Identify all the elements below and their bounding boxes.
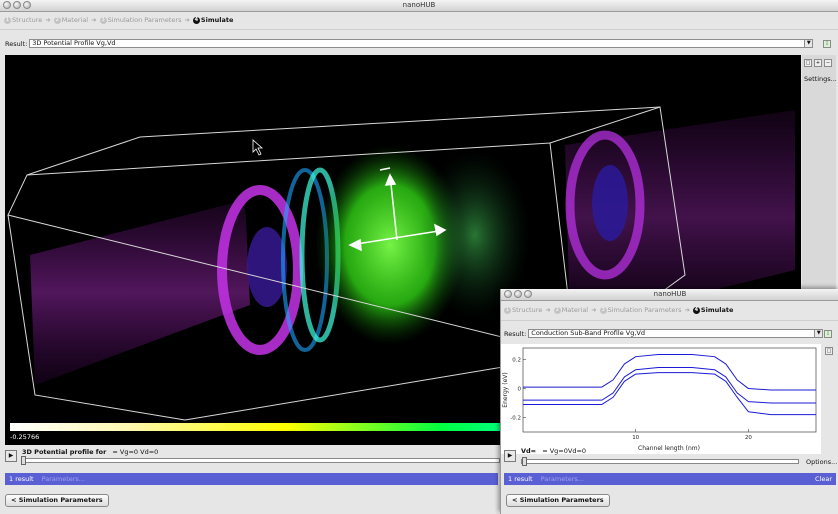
options-button[interactable]: Options... (806, 458, 837, 466)
chevron-down-icon: ▼ (814, 330, 823, 337)
zoom-window-icon[interactable] (23, 1, 31, 9)
close-window-icon[interactable] (3, 1, 11, 9)
vd-caption: Vd= = Vg=0Vd=0 (521, 447, 587, 455)
y-axis-label: Energy (eV) (502, 372, 509, 407)
x-tick-label: 10 (632, 435, 639, 441)
popup-results-statusbar: 1 result Parameters... Clear (504, 473, 836, 485)
step-arrow-icon: ➜ (91, 16, 97, 24)
play-button[interactable]: ▶ (5, 450, 17, 462)
divider (501, 320, 838, 321)
step-material[interactable]: 2 Material (53, 16, 88, 24)
x-axis-label: Channel length (nm) (638, 445, 700, 452)
x-tick-label: 20 (745, 435, 752, 441)
plot-window: nanoHUB 1 Structure ➜ 2 Material ➜ 3 Simulati… (500, 289, 838, 514)
step-simulate[interactable]: 4 Simulate (192, 16, 233, 24)
result-select[interactable]: 3D Potential Profile Vg,Vd ▼ (29, 39, 814, 48)
download-icon[interactable]: ⇩ (823, 40, 831, 48)
colorbar-min-label: -0.25766 (10, 433, 40, 441)
step-simulate[interactable]: 4 Simulate (692, 306, 733, 314)
result-label: Result: (504, 329, 527, 338)
chart-background (501, 344, 821, 454)
popup-wizard-steps: 1 Structure ➜ 2 Material ➜ 3 Simulation Param… (504, 304, 736, 316)
step-arrow-icon: ➜ (545, 306, 551, 314)
divider (0, 29, 838, 30)
y-tick-label: 0.2 (512, 358, 521, 364)
profile-caption: 3D Potential profile for = Vg=0 Vd=0 (22, 448, 159, 456)
step-arrow-icon: ➜ (184, 16, 190, 24)
popup-titlebar: nanoHUB (501, 289, 838, 301)
minimize-window-icon[interactable] (514, 290, 522, 298)
y-tick-label: -0.2 (510, 416, 521, 422)
wizard-steps: 1 Structure ➜ 2 Material ➜ 3 Simulation Param… (4, 14, 236, 26)
results-statusbar: 1 result Parameters... (5, 473, 498, 485)
parameter-slider-track[interactable] (22, 458, 500, 463)
step-simulation-parameters[interactable]: 3 Simulation Parameters (599, 306, 681, 314)
parameter-slider-thumb[interactable] (21, 456, 26, 465)
mouse-cursor-icon (252, 139, 264, 156)
zoom-window-icon[interactable] (524, 290, 532, 298)
step-arrow-icon: ➜ (591, 306, 597, 314)
step-structure[interactable]: 1 Structure (4, 16, 42, 24)
result-row: Result: 3D Potential Profile Vg,Vd ▼ (5, 39, 814, 48)
popup-result-select[interactable]: Conduction Sub-Band Profile Vg,Vd ▼ (528, 329, 824, 338)
parameters-link[interactable]: Parameters... (42, 475, 85, 483)
window-title: nanoHUB (402, 1, 436, 9)
vd-slider-track[interactable] (521, 459, 799, 464)
zoom-in-icon[interactable]: + (814, 59, 822, 67)
y-tick-label: 0 (518, 387, 522, 393)
download-icon[interactable]: ⇩ (824, 330, 832, 338)
chevron-down-icon: ▼ (804, 40, 813, 47)
clear-button[interactable]: Clear (815, 473, 832, 485)
step-arrow-icon: ➜ (45, 16, 51, 24)
close-window-icon[interactable] (504, 290, 512, 298)
subband-profile-chart: 0.2 0 -0.2 10 20 Energy (eV) Channel length… (501, 344, 821, 454)
step-material[interactable]: 2 Material (553, 306, 588, 314)
vd-slider-thumb[interactable] (522, 457, 527, 466)
play-button[interactable]: ▶ (504, 450, 516, 462)
reset-view-icon[interactable]: □ (804, 59, 812, 67)
step-structure[interactable]: 1 Structure (504, 306, 542, 314)
settings-button[interactable]: Settings... (804, 75, 837, 83)
popup-simulation-parameters-button[interactable]: < Simulation Parameters (506, 494, 610, 507)
popup-title: nanoHUB (653, 290, 687, 298)
minimize-window-icon[interactable] (13, 1, 21, 9)
simulation-parameters-button[interactable]: < Simulation Parameters (5, 494, 109, 507)
main-window-titlebar: nanoHUB (0, 0, 838, 12)
reset-view-icon[interactable]: □ (825, 347, 833, 355)
parameters-link[interactable]: Parameters... (541, 475, 584, 483)
popup-result-row: Result: Conduction Sub-Band Profile Vg,V… (504, 329, 824, 338)
result-label: Result: (5, 39, 28, 48)
step-simulation-parameters[interactable]: 3 Simulation Parameters (99, 16, 181, 24)
zoom-out-icon[interactable]: − (824, 59, 832, 67)
step-arrow-icon: ➜ (684, 306, 690, 314)
